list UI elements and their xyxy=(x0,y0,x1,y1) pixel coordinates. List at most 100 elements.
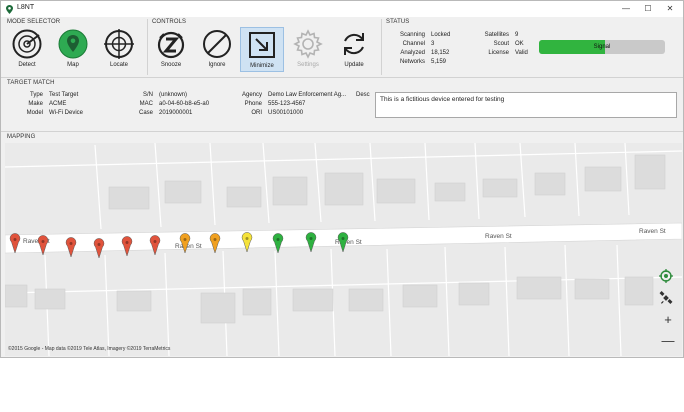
crosshair-icon xyxy=(97,29,141,59)
license-value: Valid xyxy=(515,50,528,56)
status-networks: Networks 5,159 xyxy=(400,58,446,67)
detect-label: Detect xyxy=(18,62,36,68)
radar-icon xyxy=(5,29,49,59)
mapping-label: MAPPING xyxy=(7,134,36,140)
street-label: Raven St xyxy=(175,243,202,250)
gear-icon xyxy=(286,29,330,59)
close-window-button[interactable]: ✕ xyxy=(659,1,681,17)
case-label: Case xyxy=(138,110,153,116)
map-copyright: ©2015 Google - Map data ©2019 Tele Atlas… xyxy=(8,346,171,352)
model-value: Wi-Fi Device xyxy=(49,110,83,116)
street-label: Raven St xyxy=(485,233,512,240)
phone-value: 555-123-4567 xyxy=(268,101,306,107)
map-label: Map xyxy=(67,62,79,68)
window-title: L8NT xyxy=(17,4,35,11)
target-match-label: TARGET MATCH xyxy=(7,80,55,86)
zoom-out-button[interactable]: — xyxy=(659,332,677,350)
sn-value: (unknown) xyxy=(159,92,188,98)
agency-value: Demo Law Enforcement Ag... xyxy=(268,92,347,98)
controls-label: CONTROLS xyxy=(152,19,187,25)
target-agency: Agency Demo Law Enforcement Ag... xyxy=(242,91,347,100)
target-model: Model Wi-Fi Device xyxy=(27,109,83,118)
networks-label: Networks xyxy=(399,59,425,65)
ignore-label: Ignore xyxy=(208,62,226,68)
type-value: Test Target xyxy=(49,92,79,98)
ribbon-divider xyxy=(381,19,382,75)
minimize-button[interactable]: Minimize xyxy=(240,27,284,72)
status-scanning: Scanning Locked xyxy=(400,31,451,40)
scanning-value: Locked xyxy=(431,32,451,38)
status-channel: Channel 3 xyxy=(403,40,435,49)
scout-label: Scout xyxy=(493,41,509,47)
minimize-label: Minimize xyxy=(250,63,274,69)
zoom-in-button[interactable]: + xyxy=(659,311,677,329)
target-make: Make ACME xyxy=(28,100,67,109)
map-view[interactable]: Raven St Raven St Raven St Raven St Rave… xyxy=(5,143,682,356)
ignore-icon xyxy=(195,29,239,59)
refresh-icon xyxy=(332,29,376,59)
update-button[interactable]: Update xyxy=(332,29,376,68)
status-scout: Scout OK xyxy=(494,40,524,49)
snooze-label: Snooze xyxy=(160,62,182,68)
map-button[interactable]: Map xyxy=(51,29,95,68)
target-mac: MAC a0-04-60-b8-e5-a0 xyxy=(140,100,210,109)
desc-label: Desc xyxy=(356,92,370,98)
channel-value: 3 xyxy=(431,41,435,47)
type-label: Type xyxy=(29,92,43,98)
minimize-icon xyxy=(241,30,283,60)
ori-value: US00101000 xyxy=(268,110,304,116)
signal-label: Signal xyxy=(593,44,611,50)
minimize-window-button[interactable]: — xyxy=(615,1,637,17)
section-divider xyxy=(1,131,683,132)
target-desc-label-wrap: Desc xyxy=(356,91,370,100)
description-field[interactable]: This is a fictitious device entered for … xyxy=(375,92,677,118)
status-license: License Valid xyxy=(488,49,528,58)
locate-label: Locate xyxy=(109,62,128,68)
analyzed-value: 18,152 xyxy=(431,50,450,56)
make-value: ACME xyxy=(49,101,67,107)
signal-meter: Signal xyxy=(539,40,665,54)
snooze-button[interactable]: Snooze xyxy=(149,29,193,68)
target-type: Type Test Target xyxy=(30,91,79,100)
detect-button[interactable]: Detect xyxy=(5,29,49,68)
satellites-value: 9 xyxy=(515,32,519,38)
mac-value: a0-04-60-b8-e5-a0 xyxy=(159,101,210,107)
mac-label: MAC xyxy=(139,101,153,107)
license-label: License xyxy=(488,50,509,56)
locate-button[interactable]: Locate xyxy=(97,29,141,68)
case-value: 2019000001 xyxy=(159,110,193,116)
settings-button[interactable]: Settings xyxy=(286,29,330,68)
analyzed-label: Analyzed xyxy=(400,50,425,56)
snooze-icon xyxy=(149,29,193,59)
ignore-button[interactable]: Ignore xyxy=(195,29,239,68)
scanning-label: Scanning xyxy=(399,32,425,38)
sn-label: S/N xyxy=(142,92,153,98)
channel-label: Channel xyxy=(402,41,425,47)
target-case: Case 2019000001 xyxy=(139,109,193,118)
status-satellites: Satellites 9 xyxy=(485,31,519,40)
mode-selector-label: MODE SELECTOR xyxy=(7,19,61,25)
agency-label: Agency xyxy=(241,92,262,98)
section-divider xyxy=(1,77,683,78)
street-label: Raven St xyxy=(639,228,666,235)
target-phone: Phone 555-123-4567 xyxy=(245,100,306,109)
ori-label: ORI xyxy=(251,110,262,116)
satellite-view-button[interactable] xyxy=(659,289,677,307)
phone-label: Phone xyxy=(244,101,262,107)
status-analyzed: Analyzed 18,152 xyxy=(400,49,450,58)
target-sn: S/N (unknown) xyxy=(143,91,188,100)
ribbon-divider xyxy=(147,19,148,75)
scout-value: OK xyxy=(515,41,524,47)
app-window: L8NT — ☐ ✕ MODE SELECTOR Detect Map Loca… xyxy=(0,0,684,358)
satellites-label: Satellites xyxy=(484,32,509,38)
app-logo-icon xyxy=(6,5,13,16)
map-pin-icon xyxy=(51,29,95,59)
locate-me-button[interactable] xyxy=(659,267,677,285)
maximize-window-button[interactable]: ☐ xyxy=(637,1,659,17)
title-bar: L8NT — ☐ ✕ xyxy=(1,1,683,17)
map-canvas: Raven St Raven St Raven St Raven St Rave… xyxy=(5,143,682,356)
target-ori: ORI US00101000 xyxy=(251,109,304,118)
status-label: STATUS xyxy=(386,19,410,25)
model-label: Model xyxy=(26,110,43,116)
make-label: Make xyxy=(28,101,43,107)
